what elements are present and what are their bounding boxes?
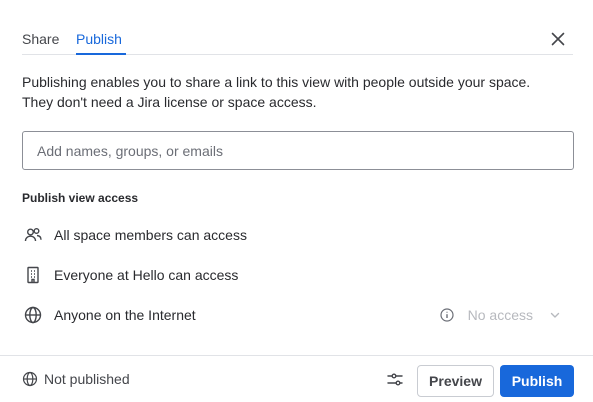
people-icon (22, 224, 44, 246)
tab-share[interactable]: Share (22, 30, 59, 48)
description-line-2: They don't need a Jira license or space … (22, 94, 317, 110)
internet-access-select[interactable]: No access (440, 303, 573, 327)
globe-icon (22, 371, 38, 387)
access-row-organization: Everyone at Hello can access (22, 263, 573, 287)
people-search-input[interactable] (23, 132, 573, 169)
info-icon[interactable] (440, 307, 456, 323)
tab-publish[interactable]: Publish (76, 30, 122, 48)
settings-button[interactable] (385, 370, 405, 390)
building-icon (22, 264, 44, 286)
access-label: All space members can access (54, 227, 247, 243)
tab-bar: Share Publish (22, 28, 573, 55)
section-title: Publish view access (22, 191, 139, 205)
close-icon (551, 32, 565, 46)
active-tab-indicator (76, 53, 126, 55)
access-select-value: No access (467, 307, 533, 323)
access-row-space-members: All space members can access (22, 223, 573, 247)
dialog-footer: Not published Preview Publish (0, 355, 593, 402)
publish-status: Not published (22, 371, 130, 387)
close-button[interactable] (548, 29, 568, 49)
preview-button[interactable]: Preview (417, 365, 494, 397)
globe-icon (22, 304, 44, 326)
publish-button[interactable]: Publish (500, 365, 574, 397)
status-label: Not published (44, 371, 130, 387)
search-field (22, 131, 574, 170)
chevron-down-icon (549, 309, 561, 321)
access-label: Everyone at Hello can access (54, 267, 239, 283)
access-row-internet: Anyone on the Internet No access (22, 303, 573, 327)
description: Publishing enables you to share a link t… (22, 72, 577, 112)
access-label: Anyone on the Internet (54, 307, 196, 323)
description-line-1: Publishing enables you to share a link t… (22, 74, 531, 90)
settings-sliders-icon (387, 373, 403, 386)
